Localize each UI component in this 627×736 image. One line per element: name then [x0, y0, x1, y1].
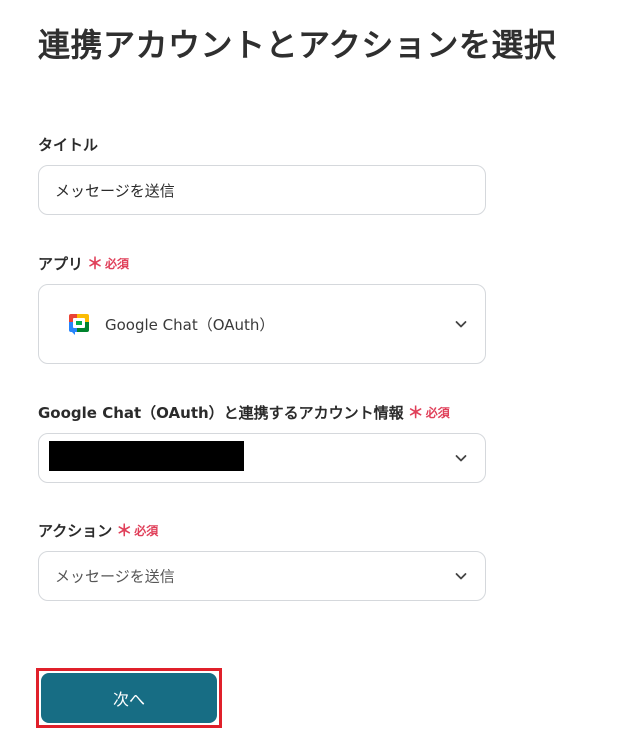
redacted-account-value [49, 441, 244, 471]
required-badge: ＊ 必須 [116, 522, 158, 539]
title-field-label-text: タイトル [38, 136, 99, 154]
chevron-down-icon [455, 321, 467, 328]
action-select-value: メッセージを送信 [55, 567, 175, 586]
required-star: ＊ [116, 520, 133, 540]
action-select[interactable]: メッセージを送信 [38, 551, 486, 601]
account-field-label: Google Chat（OAuth）と連携するアカウント情報 ＊ 必須 [38, 402, 450, 423]
chevron-down-icon [455, 455, 467, 462]
required-text: 必須 [134, 524, 159, 538]
required-badge: ＊ 必須 [87, 255, 129, 272]
title-field-label: タイトル [38, 134, 98, 155]
app-select-text: Google Chat（OAuth） [105, 315, 275, 334]
app-select[interactable]: Google Chat（OAuth） [38, 284, 486, 364]
page-title: 連携アカウントとアクションを選択 [38, 26, 557, 64]
required-badge: ＊ 必須 [408, 404, 450, 421]
app-field-label-text: アプリ [38, 255, 84, 273]
title-input[interactable] [39, 166, 485, 214]
action-field-label: アクション ＊ 必須 [38, 520, 158, 541]
required-star: ＊ [87, 253, 104, 273]
app-field-label: アプリ ＊ 必須 [38, 253, 129, 274]
account-field-label-text: Google Chat（OAuth）と連携するアカウント情報 [38, 404, 404, 422]
next-button[interactable]: 次へ [41, 673, 217, 723]
title-field-box[interactable] [38, 165, 486, 215]
required-text: 必須 [105, 257, 130, 271]
required-star: ＊ [407, 402, 424, 422]
required-text: 必須 [425, 406, 450, 420]
account-select[interactable] [38, 433, 486, 483]
app-select-value: Google Chat（OAuth） [67, 312, 274, 336]
action-field-label-text: アクション [38, 522, 113, 540]
google-chat-icon [69, 314, 89, 335]
chevron-down-icon [455, 573, 467, 580]
